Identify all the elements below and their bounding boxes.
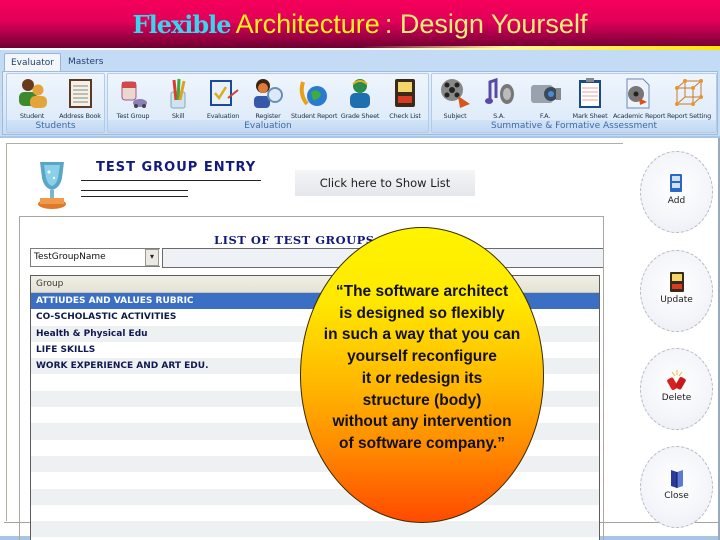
table-row-empty (31, 504, 599, 522)
title-design-yourself: : Design Yourself (384, 9, 588, 39)
show-list-button[interactable]: Click here to Show List (295, 170, 475, 196)
grade-sheet-button-label: Grade Sheet (340, 112, 380, 120)
report-setting-icon (675, 79, 703, 106)
close-button[interactable]: Close (640, 446, 713, 528)
delete-button-label: Delete (661, 393, 692, 403)
evaluation-icon (210, 80, 239, 106)
register-icon (254, 79, 283, 108)
sa-icon (485, 77, 514, 104)
student-report-icon (299, 81, 327, 106)
quote-line: “The software architect (335, 283, 509, 300)
quote-line: without any intervention (332, 413, 512, 431)
students-icon (19, 79, 47, 108)
close-button-label: Close (664, 491, 689, 501)
trophy-icon (38, 162, 66, 209)
subject-button[interactable]: Subject (432, 76, 478, 122)
evaluation-button[interactable]: Evaluation (200, 76, 246, 122)
quote-line: yourself reconfigure (347, 348, 497, 366)
title-underline-3 (81, 196, 188, 197)
address-book-button[interactable]: Address Book (57, 76, 103, 122)
ribbon-tabs: Evaluator Masters (0, 50, 720, 72)
title-underline-2 (81, 190, 188, 191)
student-button[interactable]: Student (9, 76, 55, 122)
check-list-button-label: Check List (389, 112, 421, 120)
sa-button-label: S.A. (493, 112, 505, 120)
student-report-button-label: Student Report (291, 112, 338, 120)
list-title: LIST OF TEST GROUPS (214, 233, 375, 247)
subject-icon (441, 79, 470, 108)
grade-sheet-icon (350, 79, 370, 108)
fa-button[interactable]: F.A. (522, 76, 568, 122)
mark-sheet-button[interactable]: Mark Sheet (567, 76, 613, 122)
academic-report-button-label: Academic Report (613, 112, 666, 120)
test-group-button[interactable]: Test Group (110, 76, 156, 122)
quote-line: in such a way that you can (323, 326, 521, 344)
add-icon (669, 174, 682, 192)
quote-callout-text: “The software architect is designed so f… (300, 281, 544, 455)
filter-field-select[interactable]: TestGroupName (30, 248, 160, 267)
check-list-button[interactable]: Check List (382, 76, 428, 122)
fa-button-label: F.A. (539, 112, 551, 120)
sa-button[interactable]: S.A. (476, 76, 522, 122)
quote-line: of software company.” (339, 434, 505, 452)
academic-report-icon (626, 78, 650, 109)
delete-button[interactable]: Delete (640, 348, 713, 430)
fa-icon (531, 85, 561, 103)
report-setting-button-label: Report Setting (666, 112, 712, 120)
add-button[interactable]: Add (640, 151, 713, 233)
ribbon-group-label-assessment: Summative & Formative Assessment (432, 120, 716, 132)
delete-icon (666, 370, 686, 390)
update-button[interactable]: Update (640, 250, 713, 332)
student-button-label: Student (19, 112, 45, 120)
evaluation-button-label: Evaluation (206, 112, 240, 120)
add-button-label: Add (667, 196, 686, 206)
skill-button-label: Skill (171, 112, 185, 120)
subject-button-label: Subject (443, 112, 467, 120)
mark-sheet-button-label: Mark Sheet (572, 112, 608, 120)
ribbon-group-label-evaluation: Evaluation (108, 120, 428, 132)
update-icon (669, 272, 684, 292)
student-report-button[interactable]: Student Report (291, 76, 338, 122)
chevron-down-icon[interactable]: ▾ (145, 249, 159, 266)
tab-evaluator[interactable]: Evaluator (4, 53, 61, 72)
ribbon-group-evaluation: Test Group Skill Evaluation Register Stu… (107, 73, 429, 133)
register-button[interactable]: Register (245, 76, 291, 122)
address-book-button-label: Address Book (59, 112, 101, 120)
academic-report-button[interactable]: Academic Report (613, 76, 666, 122)
title-architecture: Architecture (235, 9, 380, 39)
mark-sheet-icon (579, 78, 601, 108)
quote-line: it or redesign its (361, 369, 483, 387)
title-underline (81, 180, 261, 181)
update-button-label: Update (660, 295, 693, 305)
test-group-button-label: Test Group (116, 112, 150, 120)
test-group-icon (121, 81, 147, 108)
register-button-label: Register (255, 112, 281, 120)
check-list-icon (395, 79, 415, 107)
grade-sheet-button[interactable]: Grade Sheet (337, 76, 383, 122)
quote-line: structure (body) (362, 391, 482, 409)
table-row-empty (31, 472, 599, 489)
ribbon-group-students: Student Address Book Students (6, 73, 105, 133)
ribbon-group-assessment: Subject S.A. F.A. Mark Sheet Academic Re… (431, 73, 717, 133)
ribbon-group-label-students: Students (7, 120, 104, 132)
table-row-empty (31, 488, 599, 505)
close-icon (670, 470, 683, 488)
address-book-icon (69, 79, 92, 108)
ribbon: Student Address Book Students Test Group (2, 71, 718, 135)
slide-title-banner: Flexible Architecture : Design Yourself (0, 0, 720, 48)
tab-masters[interactable]: Masters (62, 53, 109, 72)
skill-button[interactable]: Skill (155, 76, 201, 122)
form-title: TEST GROUP ENTRY (96, 160, 257, 175)
table-row-empty (31, 521, 599, 538)
skill-icon (170, 78, 186, 109)
title-flexible: Flexible (132, 10, 232, 39)
quote-line: is designed so flexibly (339, 304, 505, 322)
report-setting-button[interactable]: Report Setting (666, 76, 712, 122)
